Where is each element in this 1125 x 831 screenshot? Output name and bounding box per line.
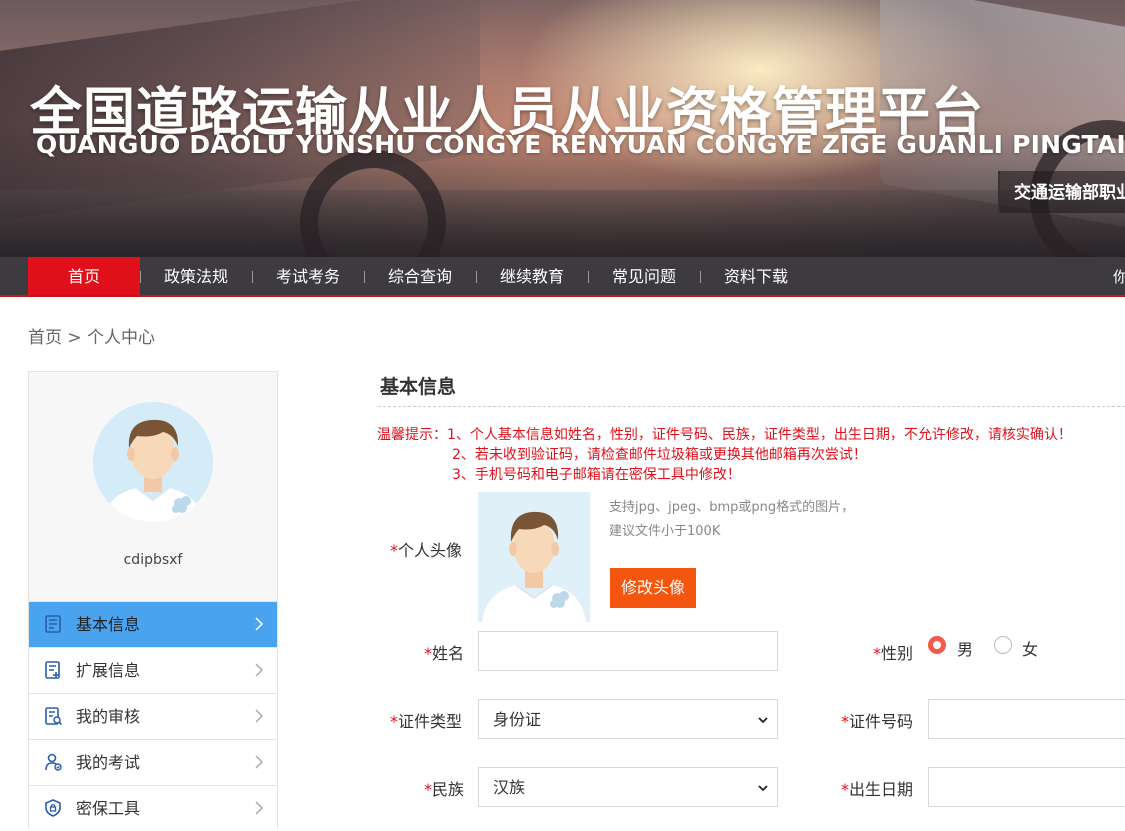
sidebar-item-basic-info[interactable]: 基本信息 (29, 601, 277, 647)
site-title-pinyin: QUANGUO DAOLU YUNSHU CONGYE RENYUAN CONG… (36, 130, 1125, 159)
id-type-select[interactable]: 身份证 (478, 699, 778, 739)
breadcrumb: 首页 > 个人中心 (28, 328, 156, 348)
chevron-right-icon (255, 801, 264, 815)
notice-text: 温馨提示：1、个人基本信息如姓名，性别，证件号码、民族，证件类型，出生日期，不允… (377, 425, 1072, 485)
gender-female-label[interactable]: 女 (1022, 636, 1038, 660)
birthdate-label: *出生日期 (841, 776, 913, 800)
required-mark: * (390, 712, 398, 731)
chevron-right-icon (255, 617, 264, 631)
ethnicity-select[interactable]: 汉族 (478, 767, 778, 807)
sidebar-item-label: 我的考试 (76, 753, 141, 772)
gender-male-radio[interactable] (928, 636, 946, 654)
notice-line: 温馨提示：1、个人基本信息如姓名，性别，证件号码、民族，证件类型，出生日期，不允… (377, 427, 1072, 443)
document-add-icon (45, 661, 60, 679)
sidebar-item-security-tools[interactable]: 密保工具 (29, 785, 277, 831)
name-label: *姓名 (424, 640, 464, 664)
nav-divider (252, 271, 253, 283)
avatar-hint-line: 支持jpg、jpeg、bmp或png格式的图片， (609, 500, 855, 515)
gender-label-text: 性别 (881, 644, 914, 663)
banner-road (0, 190, 1125, 257)
chevron-right-icon (255, 709, 264, 723)
shield-icon (45, 799, 61, 817)
chevron-down-icon (758, 717, 768, 724)
nav-exams[interactable]: 考试考务 (252, 257, 364, 295)
name-field[interactable] (478, 631, 778, 671)
id-type-label-text: 证件类型 (398, 712, 463, 731)
avatar-label-text: 个人头像 (398, 541, 463, 560)
nav-education[interactable]: 继续教育 (476, 257, 588, 295)
nav-divider (140, 271, 141, 283)
id-type-label: *证件类型 (390, 708, 462, 732)
avatar-photo (478, 492, 590, 622)
section-title: 基本信息 (380, 376, 457, 398)
nav-divider (588, 271, 589, 283)
user-exam-icon (45, 753, 62, 771)
nav-user-greeting[interactable]: 你 (1113, 257, 1125, 297)
change-avatar-button[interactable]: 修改头像 (610, 568, 696, 608)
sidebar-item-extended-info[interactable]: 扩展信息 (29, 647, 277, 693)
sidebar-item-label: 基本信息 (76, 615, 141, 634)
name-label-text: 姓名 (432, 644, 465, 663)
username: cdipbsxf (123, 552, 183, 568)
gender-label: *性别 (873, 640, 913, 664)
avatar-upload-hint: 支持jpg、jpeg、bmp或png格式的图片， 建议文件小于100K (609, 496, 854, 544)
avatar-illustration (93, 402, 213, 522)
nav-divider (364, 271, 365, 283)
header-banner: 全国道路运输从业人员从业资格管理平台 QUANGUO DAOLU YUNSHU … (0, 0, 1125, 257)
gender-female-radio[interactable] (994, 636, 1012, 654)
nav-divider (476, 271, 477, 283)
ethnicity-label: *民族 (424, 776, 464, 800)
required-mark: * (424, 780, 432, 799)
avatar-photo-illustration (478, 492, 590, 622)
required-mark: * (841, 712, 849, 731)
nav-divider (700, 271, 701, 283)
nav-faq[interactable]: 常见问题 (588, 257, 700, 295)
birthdate-label-text: 出生日期 (849, 780, 914, 799)
nav-policies[interactable]: 政策法规 (140, 257, 252, 295)
sidebar: cdipbsxf 基本信息 扩展信息 我的审核 我的考试 密保工具 (28, 371, 278, 831)
sidebar-item-my-audit[interactable]: 我的审核 (29, 693, 277, 739)
notice-line: 3、手机号码和电子邮箱请在密保工具中修改！ (452, 467, 741, 483)
nav-downloads[interactable]: 资料下载 (700, 257, 812, 295)
avatar (93, 402, 213, 522)
section-divider (378, 406, 1125, 407)
chevron-down-icon (758, 785, 768, 792)
nav-home[interactable]: 首页 (28, 257, 140, 295)
ministry-label: 交通运输部职业 (998, 171, 1125, 213)
avatar-label: *个人头像 (390, 537, 462, 561)
main-nav: 首页 政策法规 考试考务 综合查询 继续教育 常见问题 资料下载 你 (0, 257, 1125, 297)
id-number-field[interactable] (928, 699, 1125, 739)
required-mark: * (841, 780, 849, 799)
sidebar-item-label: 扩展信息 (76, 661, 141, 680)
required-mark: * (424, 644, 432, 663)
chevron-right-icon (255, 663, 264, 677)
ethnicity-value: 汉族 (493, 778, 526, 797)
id-number-label-text: 证件号码 (849, 712, 914, 731)
birthdate-field[interactable] (928, 767, 1125, 807)
sidebar-menu: 基本信息 扩展信息 我的审核 我的考试 密保工具 (29, 601, 277, 831)
sidebar-item-label: 我的审核 (76, 707, 141, 726)
required-mark: * (873, 644, 881, 663)
id-number-label: *证件号码 (841, 708, 913, 732)
document-icon (45, 615, 61, 633)
required-mark: * (390, 541, 398, 560)
sidebar-item-my-exams[interactable]: 我的考试 (29, 739, 277, 785)
chevron-right-icon (255, 755, 264, 769)
id-type-value: 身份证 (493, 710, 542, 729)
sidebar-item-label: 密保工具 (76, 799, 141, 818)
notice-line: 2、若未收到验证码，请检查邮件垃圾箱或更换其他邮箱再次尝试！ (452, 447, 867, 463)
avatar-hint-line: 建议文件小于100K (609, 524, 721, 539)
gender-male-label[interactable]: 男 (957, 636, 973, 660)
nav-query[interactable]: 综合查询 (364, 257, 476, 295)
audit-icon (45, 707, 63, 726)
ethnicity-label-text: 民族 (432, 780, 465, 799)
